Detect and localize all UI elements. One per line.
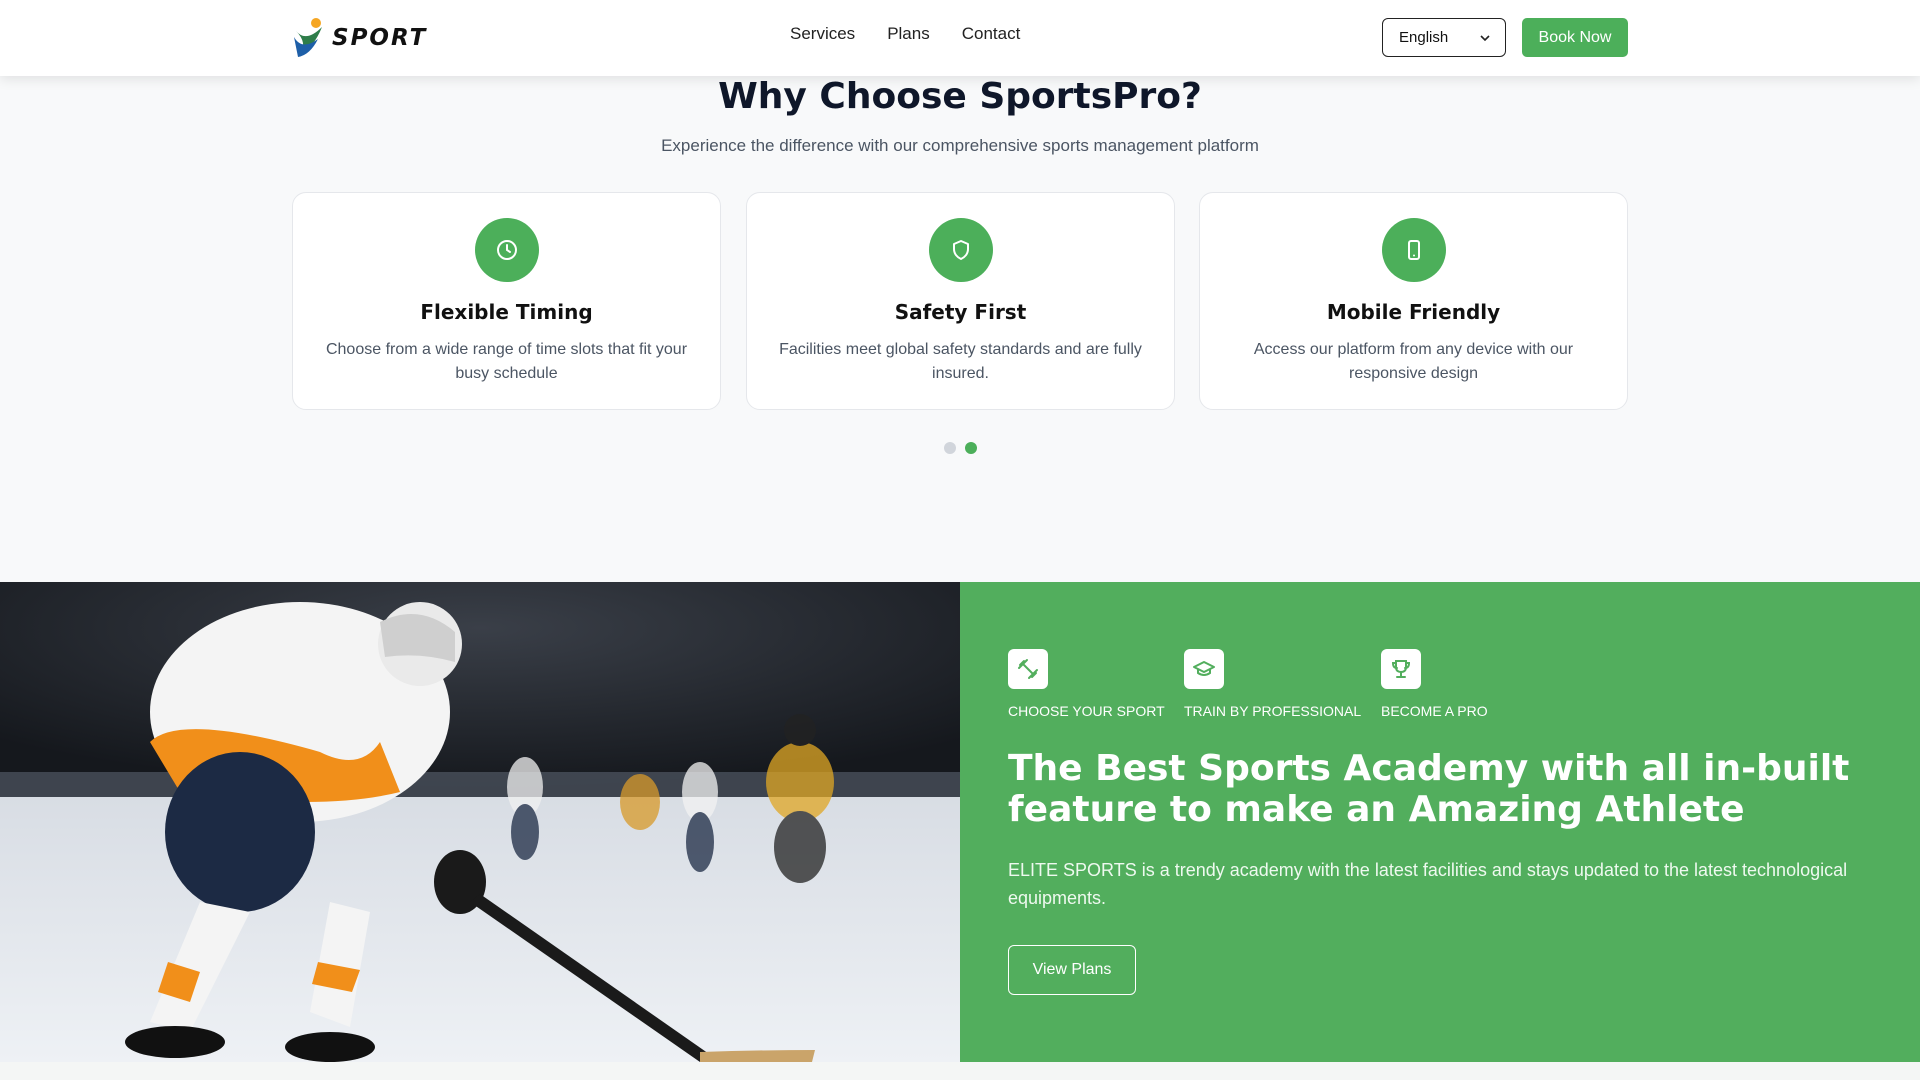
feature-choose-sport[interactable]: CHOOSE YOUR SPORT (1008, 649, 1165, 719)
section-title: Why Choose SportsPro? (718, 76, 1202, 117)
feature-label: CHOOSE YOUR SPORT (1008, 703, 1165, 719)
card-title: Flexible Timing (420, 300, 593, 324)
academy-description: ELITE SPORTS is a trendy academy with th… (1008, 860, 1848, 908)
view-plans-button[interactable]: View Plans (1008, 945, 1136, 995)
nav-plans[interactable]: Plans (887, 24, 930, 44)
feature-train-professional[interactable]: TRAIN BY PROFESSIONAL (1184, 649, 1361, 719)
feature-card-timing: Flexible Timing Choose from a wide range… (292, 192, 721, 410)
academy-section: CHOOSE YOUR SPORT TRAIN BY PROFESSIONAL … (960, 582, 1920, 1062)
carousel-dots (944, 442, 977, 454)
carousel-dot-2[interactable] (965, 442, 977, 454)
shield-icon (928, 218, 993, 282)
chevron-down-icon (1480, 34, 1490, 41)
carousel-dot-1[interactable] (944, 442, 956, 454)
hockey-photo (0, 582, 960, 1062)
academy-heading: The Best Sports Academy with all in-buil… (1008, 748, 1850, 830)
language-value: English (1399, 29, 1449, 46)
book-now-button[interactable]: Book Now (1522, 18, 1628, 57)
feature-card-safety: Safety First Facilities meet global safe… (746, 192, 1175, 410)
logo-text: SPORT (332, 25, 428, 51)
logo-athlete-icon (294, 18, 322, 57)
card-title: Safety First (894, 300, 1027, 324)
card-text: Access our platform from any device with… (1253, 341, 1574, 382)
section-subtitle: Experience the difference with our compr… (661, 136, 1259, 155)
card-text: Facilities meet global safety standards … (779, 341, 1142, 382)
dumbbell-icon (1008, 649, 1048, 689)
card-title: Mobile Friendly (1326, 300, 1501, 324)
feature-card-mobile: Mobile Friendly Access our platform from… (1199, 192, 1628, 410)
site-header: SPORT Services Plans Contact English Boo… (0, 0, 1920, 76)
feature-label: BECOME A PRO (1381, 703, 1488, 719)
feature-label: TRAIN BY PROFESSIONAL (1184, 703, 1362, 719)
main-nav: Services Plans Contact (790, 24, 1020, 44)
next-section-edge (0, 1062, 1920, 1080)
graduation-cap-icon (1184, 649, 1224, 689)
hockey-illustration (0, 582, 960, 1062)
language-select[interactable]: English (1382, 18, 1506, 57)
nav-contact[interactable]: Contact (962, 24, 1021, 44)
trophy-icon (1381, 649, 1421, 689)
clock-icon (474, 218, 539, 282)
card-text: Choose from a wide range of time slots t… (325, 341, 688, 382)
smartphone-icon (1381, 218, 1446, 282)
logo[interactable]: SPORT (292, 16, 427, 60)
nav-services[interactable]: Services (790, 24, 855, 44)
feature-become-pro[interactable]: BECOME A PRO (1381, 649, 1488, 719)
